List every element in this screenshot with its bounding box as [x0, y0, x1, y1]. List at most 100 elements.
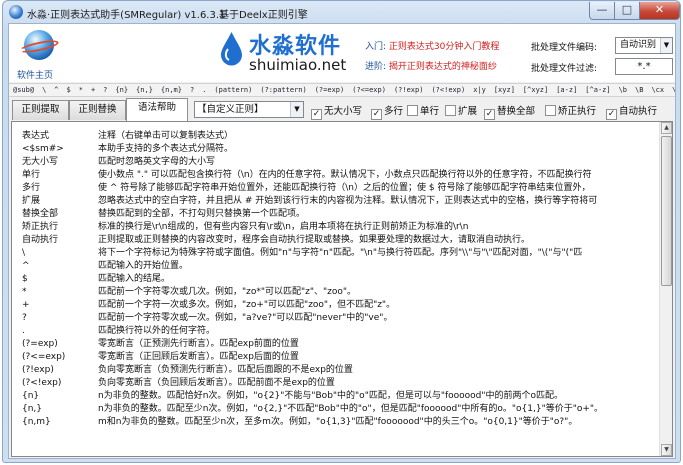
symbol-button[interactable]: (?=exp) — [311, 84, 349, 96]
checkbox-singleline[interactable]: 单行 — [407, 103, 439, 117]
checkbox-correct-exec[interactable]: 矫正执行 — [545, 103, 596, 117]
table-row[interactable]: {n,} n为非负的整数。匹配至少n次。例如，"o{2,}"不匹配"Bob"中的"… — [22, 403, 658, 416]
expression-cell: <$sm#> — [22, 144, 64, 154]
symbol-button[interactable]: ? — [186, 84, 198, 96]
vertical-scrollbar[interactable]: ▲ ▼ — [659, 122, 672, 456]
filter-input[interactable]: *.* — [615, 58, 673, 75]
table-row[interactable]: (?=exp) 零宽断言（正预测先行断言）。匹配exp前面的位置 — [22, 338, 658, 351]
symbol-button[interactable]: (?<!exp) — [427, 84, 469, 96]
checkbox-label: 自动执行 — [619, 106, 658, 117]
expression-cell: (?<=exp) — [22, 352, 66, 362]
encoding-select[interactable]: 自动识别 ▼ — [615, 37, 673, 54]
symbol-button[interactable]: [^a-z] — [581, 84, 614, 96]
table-row[interactable]: ^ 匹配输入的开始位置。 — [22, 260, 658, 273]
symbol-button[interactable]: . — [198, 84, 210, 96]
table-row[interactable]: $ 匹配输入的结尾。 — [22, 273, 658, 286]
tutorial-link[interactable]: 入门: 正则表达式30分钟入门教程 — [365, 39, 499, 52]
symbol-button[interactable]: @sub@ — [9, 84, 38, 96]
table-row[interactable]: ? 匹配前一个字符零次或一次。例如，"a?ve?"可以匹配"never"中的"ve… — [22, 312, 658, 325]
scroll-down-icon[interactable]: ▼ — [661, 444, 672, 456]
symbol-button[interactable]: (?!exp) — [390, 84, 428, 96]
maximize-button[interactable]: □ — [615, 2, 640, 20]
checkbox-replace-all[interactable]: ✓ 替换全部 — [484, 103, 535, 120]
table-row[interactable]: \ 将下一个字符标记为特殊字符或字面值。例如"n"与字符"n"匹配。"\n"与换行… — [22, 247, 658, 260]
tab-regex-extract[interactable]: 正则提取 — [12, 100, 69, 120]
symbol-button[interactable]: {n,m} — [157, 84, 186, 96]
symbol-button[interactable]: \d — [668, 84, 675, 96]
comment-cell: 零宽断言（正回顾后发断言）。匹配exp后面的位置 — [98, 352, 299, 362]
tab-regex-replace[interactable]: 正则替换 — [69, 100, 126, 120]
table-row[interactable]: 单行 使小数点 "." 可以匹配包含换行符（\n）在内的任意字符。默认情况下，小数… — [22, 169, 658, 182]
header-expression: 表达式 — [22, 131, 50, 141]
table-row[interactable]: 矫正执行 标准的换行是\r\n组成的，但有些内容只有\r或\n，启用本项将在执行正… — [22, 221, 658, 234]
checkbox-box[interactable]: ✓ — [311, 109, 322, 120]
expression-cell: + — [22, 300, 30, 310]
symbol-button[interactable]: {n} — [111, 84, 132, 96]
custom-regex-value: 【自定义正则】 — [197, 104, 264, 115]
chevron-down-icon[interactable]: ▼ — [290, 102, 303, 117]
syntax-help-table[interactable]: 表达式 注释（右键单击可以复制表达式） <$sm#> 本助手支持的多个表达式分隔符。… — [22, 130, 658, 456]
symbol-button[interactable]: {n,} — [132, 84, 157, 96]
symbol-button[interactable]: $ — [63, 84, 75, 96]
symbol-button[interactable]: [a-z] — [552, 84, 581, 96]
checkbox-box[interactable] — [445, 105, 456, 116]
checkbox-box[interactable] — [407, 105, 418, 116]
comment-cell: 本助手支持的多个表达式分隔符。 — [98, 144, 234, 154]
symbol-button[interactable]: \B — [631, 84, 647, 96]
symbol-button[interactable]: ^ — [50, 84, 62, 96]
table-row[interactable]: 多行 使 ^ 符号除了能够匹配字符串开始位置外，还能匹配换行符（\n）之后的位置；… — [22, 182, 658, 195]
comment-cell: 正则提取或正则替换的内容改变时，程序会自动执行提取或替换。如果要处理的数据过大，… — [98, 235, 531, 245]
symbol-button[interactable]: * — [75, 84, 87, 96]
table-row[interactable]: <$sm#> 本助手支持的多个表达式分隔符。 — [22, 143, 658, 156]
table-row[interactable]: 扩展 忽略表达式中的空白字符，并且把从 # 开始到该行行末的内容视为注释。默认情况… — [22, 195, 658, 208]
checkbox-ignore-case[interactable]: ✓ 无大小写 — [311, 103, 362, 120]
tab-syntax-help[interactable]: 语法帮助 — [126, 98, 188, 121]
symbol-button[interactable]: [xyz] — [490, 84, 519, 96]
custom-regex-select[interactable]: 【自定义正则】 ▼ — [194, 101, 304, 118]
symbol-button[interactable]: (?<=exp) — [348, 84, 390, 96]
table-row[interactable]: (?!exp) 负向零宽断言（负预测先行断言）。匹配后面跟的不是exp的位置 — [22, 364, 658, 377]
symbol-button[interactable]: (?:pattern) — [256, 84, 310, 96]
checkbox-label: 扩展 — [458, 106, 478, 117]
symbol-quick-bar: @sub@ \ ^ $ * +? {n} {n,} {n,m}?. (pattern) (?:pat… — [9, 83, 675, 97]
expression-cell: ? — [22, 313, 27, 323]
table-row[interactable]: 替换全部 替换匹配到的全部，不打勾则只替换第一个匹配项。 — [22, 208, 658, 221]
checkbox-auto-exec[interactable]: ✓ 自动执行 — [606, 103, 657, 120]
symbol-button[interactable]: ? — [99, 84, 111, 96]
table-row[interactable]: * 匹配前一个字符零次或几次。例如，"zo*"可以匹配"z"、"zoo"。 — [22, 286, 658, 299]
close-button[interactable]: ✕ — [640, 2, 680, 20]
scroll-thumb[interactable] — [661, 136, 672, 286]
table-row[interactable]: 自动执行 正则提取或正则替换的内容改变时，程序会自动执行提取或替换。如果要处理的数… — [22, 234, 658, 247]
checkbox-box[interactable]: ✓ — [371, 109, 382, 120]
advanced-link-text[interactable]: 揭开正则表达式的神秘面纱 — [389, 62, 497, 72]
minimize-button[interactable]: — — [589, 2, 615, 20]
tutorial-link-text[interactable]: 正则表达式30分钟入门教程 — [389, 42, 499, 52]
title-bar[interactable]: 水淼·正则表达式助手(SMRegular) v1.6.3.1 基于Deelx正则… — [3, 1, 680, 23]
symbol-button[interactable]: \b — [615, 84, 631, 96]
table-row[interactable]: {n} n为非负的整数。匹配恰好n次。例如，"o{2}"不能与"Bob"中的"o"… — [22, 390, 658, 403]
table-row[interactable]: {n,m} m和n为非负的整数。匹配至少n次，至多m次。例如，"o{1,3}"匹配… — [22, 416, 658, 429]
checkbox-multiline[interactable]: ✓ 多行 — [371, 103, 403, 120]
symbol-button[interactable]: [^xyz] — [519, 84, 552, 96]
homepage-label[interactable]: 软件主页 — [17, 68, 53, 81]
table-row[interactable]: (?<=exp) 零宽断言（正回顾后发断言）。匹配exp后面的位置 — [22, 351, 658, 364]
symbol-button[interactable]: + — [87, 84, 99, 96]
table-row[interactable]: 无大小写 匹配时忽略英文字母的大小写 — [22, 156, 658, 169]
checkbox-box[interactable]: ✓ — [606, 109, 617, 120]
chevron-down-icon[interactable]: ▼ — [660, 38, 672, 53]
symbol-button[interactable]: \cx — [647, 84, 668, 96]
comment-cell: 使 ^ 符号除了能够匹配字符串开始位置外，还能匹配换行符（\n）之后的位置；使 … — [98, 183, 591, 193]
expression-cell: * — [22, 287, 27, 297]
checkbox-box[interactable]: ✓ — [484, 109, 495, 120]
symbol-button[interactable]: \ — [38, 84, 50, 96]
checkbox-box[interactable] — [545, 105, 556, 116]
symbol-button[interactable]: (pattern) — [210, 84, 256, 96]
symbol-button[interactable]: x|y — [469, 84, 490, 96]
table-row[interactable]: (?<!exp) 负向零宽断言（负回顾后发断言）。匹配前面不是exp的位置 — [22, 377, 658, 390]
table-row[interactable]: + 匹配前一个字符一次或多次。例如，"zo+"可以匹配"zoo"，但不匹配"z"。 — [22, 299, 658, 312]
checkbox-extended[interactable]: 扩展 — [445, 103, 477, 117]
scroll-up-icon[interactable]: ▲ — [661, 122, 672, 134]
table-row[interactable]: . 匹配换行符以外的任何字符。 — [22, 325, 658, 338]
advanced-link[interactable]: 进阶: 揭开正则表达式的神秘面纱 — [365, 59, 497, 72]
app-window: 水淼·正则表达式助手(SMRegular) v1.6.3.1 基于Deelx正则… — [2, 0, 681, 463]
